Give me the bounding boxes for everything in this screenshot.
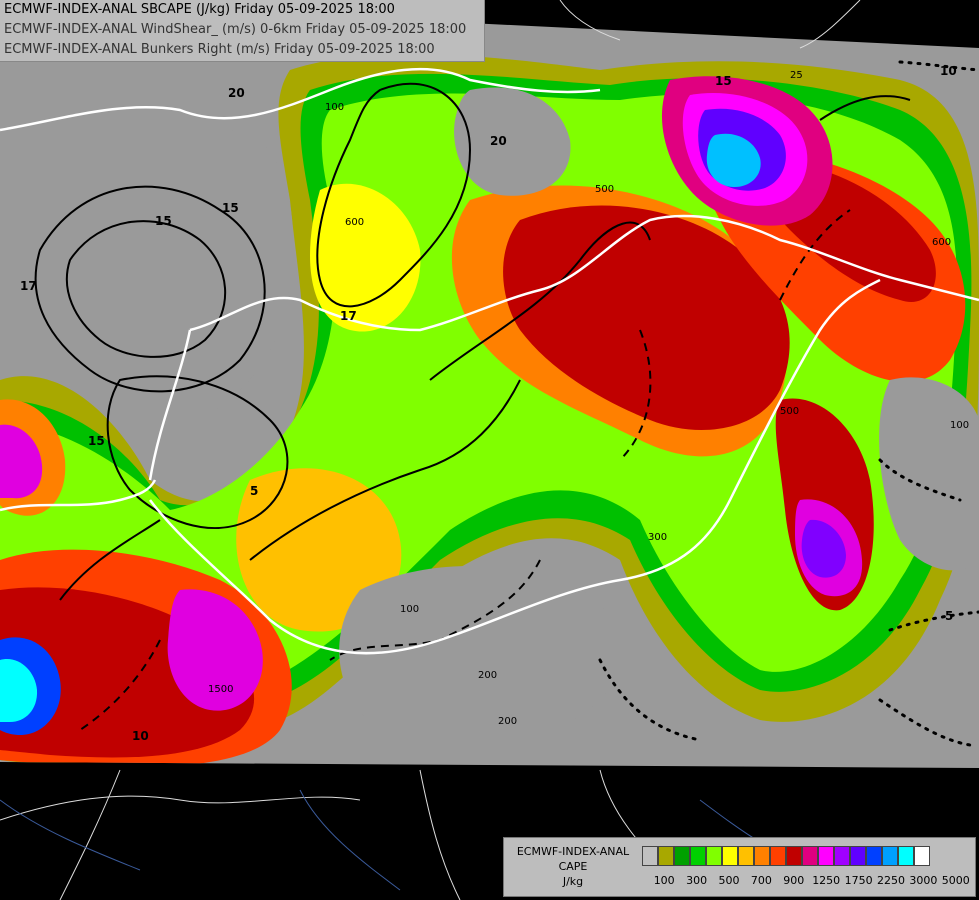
legend-title-model: ECMWF-INDEX-ANAL — [516, 845, 630, 858]
contour-label: 10 — [940, 64, 957, 78]
legend-swatch — [674, 846, 690, 866]
legend-tick-label: 5000 — [941, 874, 970, 887]
legend-swatch — [770, 846, 786, 866]
contour-label: 17 — [20, 279, 37, 293]
contour-label: 20 — [228, 86, 245, 100]
contour-label: 17 — [340, 309, 357, 323]
legend-swatch — [882, 846, 898, 866]
cape-label: 100 — [950, 420, 969, 431]
cape-label: 500 — [595, 184, 614, 195]
contour-label: 15 — [222, 201, 239, 215]
legend-title-variable: CAPE — [558, 860, 588, 873]
legend-tick-label: 2250 — [877, 874, 905, 887]
cape-label: 25 — [790, 70, 803, 81]
cape-label: 300 — [648, 532, 667, 543]
legend-tick-label: 300 — [686, 874, 708, 887]
legend-tick-label: 500 — [718, 874, 740, 887]
legend-tick-label: 3000 — [909, 874, 938, 887]
contour-label: 20 — [490, 134, 507, 148]
legend-color-bar — [642, 846, 930, 866]
cape-label: 200 — [498, 716, 517, 727]
contour-label: 15 — [155, 214, 172, 228]
map-header: ECMWF-INDEX-ANAL SBCAPE (J/kg) Friday 05… — [0, 0, 485, 62]
legend-swatch — [802, 846, 818, 866]
legend-title-unit: J/kg — [562, 875, 584, 888]
legend-swatch — [898, 846, 914, 866]
legend-swatch — [818, 846, 834, 866]
cape-label: 200 — [478, 670, 497, 681]
legend-swatch — [850, 846, 866, 866]
cape-label: 1500 — [208, 684, 233, 695]
contour-label: 15 — [88, 434, 105, 448]
cape-label: 600 — [932, 237, 951, 248]
legend-swatch — [834, 846, 850, 866]
cape-label: 100 — [400, 604, 419, 615]
contour-label: 5 — [945, 609, 953, 623]
legend-swatch — [914, 846, 930, 866]
legend-swatch — [706, 846, 722, 866]
legend-tick-label: 1750 — [844, 874, 873, 887]
legend-swatch — [690, 846, 706, 866]
cape-label: 100 — [325, 102, 344, 113]
weather-map: 20 15 20 15 17 17 15 15 10 10 5 5 500 60… — [0, 0, 979, 900]
legend-tick-label: 1250 — [812, 874, 841, 887]
legend-swatch — [738, 846, 754, 866]
legend-tick-label: 700 — [750, 874, 772, 887]
cape-legend: ECMWF-INDEX-ANAL CAPE J/kg 100 300 500 700 9… — [503, 837, 976, 897]
contour-label: 15 — [715, 74, 732, 88]
header-line-sbcape: ECMWF-INDEX-ANAL SBCAPE (J/kg) Friday 05… — [4, 2, 395, 17]
header-line-windshear: ECMWF-INDEX-ANAL WindShear_ (m/s) 0-6km … — [4, 22, 467, 37]
legend-swatch — [754, 846, 770, 866]
cape-field — [0, 54, 979, 768]
legend-swatch — [642, 846, 658, 866]
legend-swatch — [658, 846, 674, 866]
legend-title: ECMWF-INDEX-ANAL CAPE J/kg — [508, 844, 638, 889]
legend-swatch — [786, 846, 802, 866]
legend-swatch — [722, 846, 738, 866]
legend-swatch — [866, 846, 882, 866]
legend-tick-label: 100 — [653, 874, 675, 887]
legend-tick-label: 900 — [783, 874, 805, 887]
contour-label: 10 — [132, 729, 149, 743]
cape-label: 600 — [345, 217, 364, 228]
contour-label: 5 — [250, 484, 258, 498]
legend-tick-labels: 100 300 500 700 900 1250 1750 2250 3000 5000 — [642, 874, 972, 890]
cape-label: 500 — [780, 406, 799, 417]
header-line-bunkers: ECMWF-INDEX-ANAL Bunkers Right (m/s) Fri… — [4, 42, 435, 57]
